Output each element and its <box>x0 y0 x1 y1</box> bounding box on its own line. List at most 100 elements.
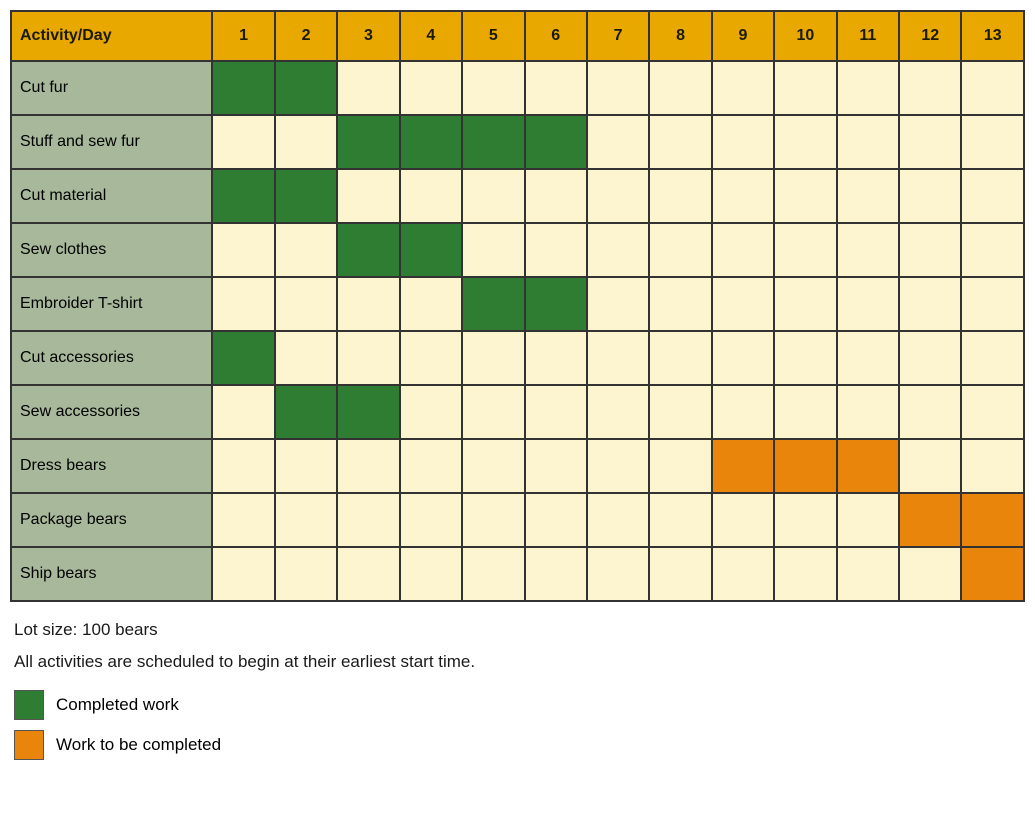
cell-row4-col0 <box>212 277 274 331</box>
cell-row8-col12 <box>961 493 1024 547</box>
cell-row1-col0 <box>212 115 274 169</box>
day-header-1: 1 <box>212 11 274 61</box>
legend-completed: Completed work <box>14 690 1025 720</box>
cell-row1-col1 <box>275 115 337 169</box>
cell-row3-col2 <box>337 223 399 277</box>
cell-row8-col10 <box>837 493 899 547</box>
cell-row8-col8 <box>712 493 774 547</box>
cell-row6-col11 <box>899 385 961 439</box>
cell-row1-col12 <box>961 115 1024 169</box>
cell-row1-col8 <box>712 115 774 169</box>
cell-row1-col4 <box>462 115 524 169</box>
cell-row6-col12 <box>961 385 1024 439</box>
cell-row1-col5 <box>525 115 587 169</box>
cell-row3-col1 <box>275 223 337 277</box>
schedule-text: All activities are scheduled to begin at… <box>14 652 1025 672</box>
cell-row2-col0 <box>212 169 274 223</box>
cell-row5-col4 <box>462 331 524 385</box>
cell-row9-col5 <box>525 547 587 601</box>
day-header-13: 13 <box>961 11 1024 61</box>
cell-row7-col6 <box>587 439 649 493</box>
cell-row7-col10 <box>837 439 899 493</box>
cell-row3-col3 <box>400 223 462 277</box>
cell-row4-col11 <box>899 277 961 331</box>
completed-work-label: Completed work <box>56 695 179 715</box>
cell-row6-col4 <box>462 385 524 439</box>
activity-label-1: Stuff and sew fur <box>11 115 212 169</box>
cell-row3-col11 <box>899 223 961 277</box>
day-header-7: 7 <box>587 11 649 61</box>
cell-row8-col11 <box>899 493 961 547</box>
cell-row0-col10 <box>837 61 899 115</box>
table-row: Cut accessories <box>11 331 1024 385</box>
cell-row7-col2 <box>337 439 399 493</box>
activity-label-0: Cut fur <box>11 61 212 115</box>
cell-row3-col0 <box>212 223 274 277</box>
day-header-11: 11 <box>837 11 899 61</box>
cell-row4-col12 <box>961 277 1024 331</box>
activity-label-8: Package bears <box>11 493 212 547</box>
cell-row1-col9 <box>774 115 836 169</box>
table-row: Embroider T-shirt <box>11 277 1024 331</box>
activity-label-6: Sew accessories <box>11 385 212 439</box>
cell-row4-col1 <box>275 277 337 331</box>
cell-row2-col5 <box>525 169 587 223</box>
cell-row0-col3 <box>400 61 462 115</box>
cell-row8-col3 <box>400 493 462 547</box>
cell-row9-col4 <box>462 547 524 601</box>
work-to-complete-box <box>14 730 44 760</box>
cell-row8-col7 <box>649 493 711 547</box>
cell-row8-col1 <box>275 493 337 547</box>
cell-row0-col2 <box>337 61 399 115</box>
day-header-12: 12 <box>899 11 961 61</box>
completed-work-box <box>14 690 44 720</box>
cell-row1-col10 <box>837 115 899 169</box>
cell-row5-col8 <box>712 331 774 385</box>
cell-row8-col6 <box>587 493 649 547</box>
cell-row9-col1 <box>275 547 337 601</box>
cell-row8-col4 <box>462 493 524 547</box>
work-to-complete-label: Work to be completed <box>56 735 221 755</box>
table-row: Cut material <box>11 169 1024 223</box>
activity-label-7: Dress bears <box>11 439 212 493</box>
activity-label-2: Cut material <box>11 169 212 223</box>
cell-row4-col2 <box>337 277 399 331</box>
table-row: Sew accessories <box>11 385 1024 439</box>
cell-row9-col2 <box>337 547 399 601</box>
cell-row7-col11 <box>899 439 961 493</box>
cell-row2-col7 <box>649 169 711 223</box>
day-header-6: 6 <box>525 11 587 61</box>
cell-row6-col0 <box>212 385 274 439</box>
cell-row4-col6 <box>587 277 649 331</box>
cell-row8-col2 <box>337 493 399 547</box>
cell-row0-col4 <box>462 61 524 115</box>
cell-row7-col7 <box>649 439 711 493</box>
cell-row2-col2 <box>337 169 399 223</box>
cell-row7-col8 <box>712 439 774 493</box>
day-header-9: 9 <box>712 11 774 61</box>
cell-row9-col10 <box>837 547 899 601</box>
cell-row2-col3 <box>400 169 462 223</box>
cell-row3-col4 <box>462 223 524 277</box>
cell-row4-col5 <box>525 277 587 331</box>
day-header-2: 2 <box>275 11 337 61</box>
cell-row7-col5 <box>525 439 587 493</box>
activity-label-5: Cut accessories <box>11 331 212 385</box>
cell-row7-col0 <box>212 439 274 493</box>
cell-row2-col10 <box>837 169 899 223</box>
table-row: Sew clothes <box>11 223 1024 277</box>
cell-row0-col5 <box>525 61 587 115</box>
cell-row9-col3 <box>400 547 462 601</box>
cell-row2-col8 <box>712 169 774 223</box>
cell-row3-col8 <box>712 223 774 277</box>
cell-row5-col5 <box>525 331 587 385</box>
activity-day-header: Activity/Day <box>11 11 212 61</box>
table-row: Dress bears <box>11 439 1024 493</box>
cell-row9-col11 <box>899 547 961 601</box>
cell-row9-col12 <box>961 547 1024 601</box>
cell-row0-col7 <box>649 61 711 115</box>
cell-row4-col7 <box>649 277 711 331</box>
cell-row2-col4 <box>462 169 524 223</box>
cell-row2-col1 <box>275 169 337 223</box>
table-row: Ship bears <box>11 547 1024 601</box>
